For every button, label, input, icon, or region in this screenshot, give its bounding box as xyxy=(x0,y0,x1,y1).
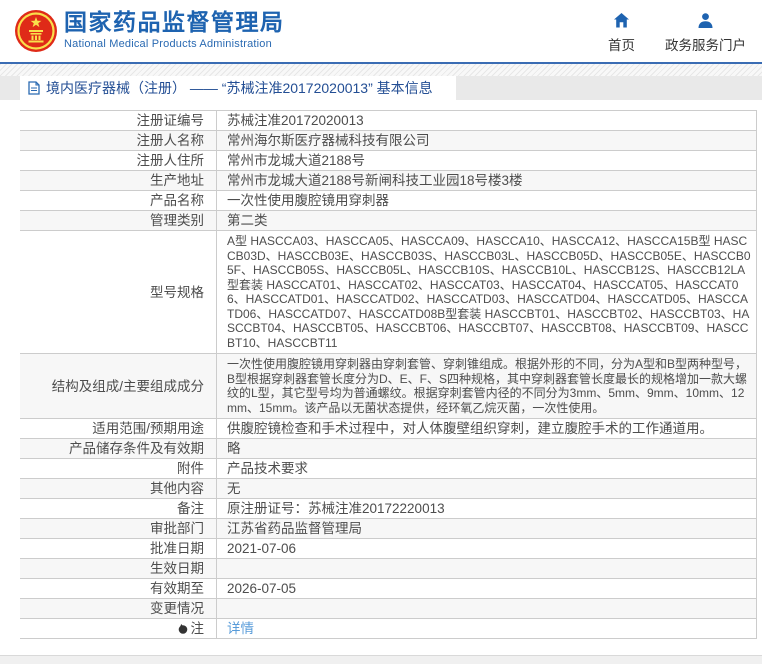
row-value: 详情 xyxy=(217,619,756,638)
table-row-management-class: 管理类别 第二类 xyxy=(20,210,756,230)
row-label: 注册证编号 xyxy=(20,111,217,130)
striped-band xyxy=(0,64,762,76)
row-value: 一次性使用腹腔镜用穿刺器由穿刺套管、穿刺锥组成。根据外形的不同，分为A型和B型两… xyxy=(217,354,756,418)
row-value: 常州市龙城大道2188号新闸科技工业园18号楼3楼 xyxy=(217,171,756,190)
table-row-valid-until: 有效期至 2026-07-05 xyxy=(20,578,756,598)
registration-detail-table: 注册证编号 苏械注准20172020013 注册人名称 常州海尔斯医疗器械科技有… xyxy=(20,110,757,639)
row-value: 2021-07-06 xyxy=(217,539,756,558)
row-label-text: 注 xyxy=(191,621,205,637)
row-label: 有效期至 xyxy=(20,579,217,598)
table-row-cert-number: 注册证编号 苏械注准20172020013 xyxy=(20,110,756,130)
row-value: 产品技术要求 xyxy=(217,459,756,478)
row-label: 生产地址 xyxy=(20,171,217,190)
row-label: 型号规格 xyxy=(20,231,217,353)
row-value: 2026-07-05 xyxy=(217,579,756,598)
row-label: 适用范围/预期用途 xyxy=(20,419,217,438)
row-value: 略 xyxy=(217,439,756,458)
table-row-model-specs: 型号规格 A型 HASCCA03、HASCCA05、HASCCA09、HASCC… xyxy=(20,230,756,353)
row-label: 附件 xyxy=(20,459,217,478)
row-value: 一次性使用腹腔镜用穿刺器 xyxy=(217,191,756,210)
page-title: 境内医疗器械（注册） —— “苏械注准20172020013” 基本信息 xyxy=(46,78,433,98)
row-label: 注册人名称 xyxy=(20,131,217,150)
row-value: 原注册证号：苏械注准20172220013 xyxy=(217,499,756,518)
row-value: A型 HASCCA03、HASCCA05、HASCCA09、HASCCA10、H… xyxy=(217,231,756,353)
row-label: 变更情况 xyxy=(20,599,217,618)
row-value: 江苏省药品监督管理局 xyxy=(217,519,756,538)
row-value: 常州市龙城大道2188号 xyxy=(217,151,756,170)
table-row-remarks: 备注 原注册证号：苏械注准20172220013 xyxy=(20,498,756,518)
row-label: 生效日期 xyxy=(20,559,217,578)
row-label: 批准日期 xyxy=(20,539,217,558)
row-label: 产品储存条件及有效期 xyxy=(20,439,217,458)
row-label: 结构及组成/主要组成成分 xyxy=(20,354,217,418)
table-row-change-status: 变更情况 xyxy=(20,598,756,618)
row-value: 供腹腔镜检查和手术过程中，对人体腹壁组织穿刺，建立腹腔手术的工作通道用。 xyxy=(217,419,756,438)
row-value xyxy=(217,559,756,578)
org-title-en: National Medical Products Administration xyxy=(64,38,285,50)
footer-band xyxy=(0,655,762,664)
row-value: 无 xyxy=(217,479,756,498)
table-row-production-address: 生产地址 常州市龙城大道2188号新闸科技工业园18号楼3楼 xyxy=(20,170,756,190)
document-icon xyxy=(28,81,40,95)
row-label: 其他内容 xyxy=(20,479,217,498)
details-link[interactable]: 详情 xyxy=(227,621,254,637)
breadcrumb-bar: 境内医疗器械（注册） —— “苏械注准20172020013” 基本信息 xyxy=(0,76,762,100)
row-value: 常州海尔斯医疗器械科技有限公司 xyxy=(217,131,756,150)
table-row-registrant-address: 注册人住所 常州市龙城大道2188号 xyxy=(20,150,756,170)
nav-item-service-portal[interactable]: 政务服务门户 xyxy=(665,12,746,54)
table-row-approval-date: 批准日期 2021-07-06 xyxy=(20,538,756,558)
nav-item-label: 政务服务门户 xyxy=(665,34,746,54)
nav-item-home[interactable]: 首页 xyxy=(608,12,635,54)
table-row-storage-conditions: 产品储存条件及有效期 略 xyxy=(20,438,756,458)
table-row-other-content: 其他内容 无 xyxy=(20,478,756,498)
row-label: 审批部门 xyxy=(20,519,217,538)
table-row-intended-use: 适用范围/预期用途 供腹腔镜检查和手术过程中，对人体腹壁组织穿刺，建立腹腔手术的… xyxy=(20,418,756,438)
top-nav: 首页 政务服务门户 xyxy=(608,12,746,54)
row-value: 第二类 xyxy=(217,211,756,230)
row-label: 注 xyxy=(20,619,217,638)
table-row-note: 注 详情 xyxy=(20,618,756,639)
table-row-effective-date: 生效日期 xyxy=(20,558,756,578)
spacer xyxy=(0,100,762,110)
national-emblem-logo xyxy=(14,9,58,53)
home-icon xyxy=(613,12,630,29)
row-label: 注册人住所 xyxy=(20,151,217,170)
row-label: 产品名称 xyxy=(20,191,217,210)
table-row-product-name: 产品名称 一次性使用腹腔镜用穿刺器 xyxy=(20,190,756,210)
row-value xyxy=(217,599,756,618)
breadcrumb: 境内医疗器械（注册） —— “苏械注准20172020013” 基本信息 xyxy=(20,76,456,100)
row-value: 苏械注准20172020013 xyxy=(217,111,756,130)
row-label: 备注 xyxy=(20,499,217,518)
table-row-registrant-name: 注册人名称 常州海尔斯医疗器械科技有限公司 xyxy=(20,130,756,150)
table-row-attachment: 附件 产品技术要求 xyxy=(20,458,756,478)
user-icon xyxy=(697,12,714,29)
row-label: 管理类别 xyxy=(20,211,217,230)
nav-item-label: 首页 xyxy=(608,34,635,54)
org-title-zh: 国家药品监督管理局 xyxy=(64,9,285,35)
site-header: 国家药品监督管理局 National Medical Products Admi… xyxy=(0,0,762,62)
table-row-structure-composition: 结构及组成/主要组成成分 一次性使用腹腔镜用穿刺器由穿刺套管、穿刺锥组成。根据外… xyxy=(20,353,756,418)
table-row-approval-department: 审批部门 江苏省药品监督管理局 xyxy=(20,518,756,538)
balloon-icon xyxy=(178,623,188,635)
